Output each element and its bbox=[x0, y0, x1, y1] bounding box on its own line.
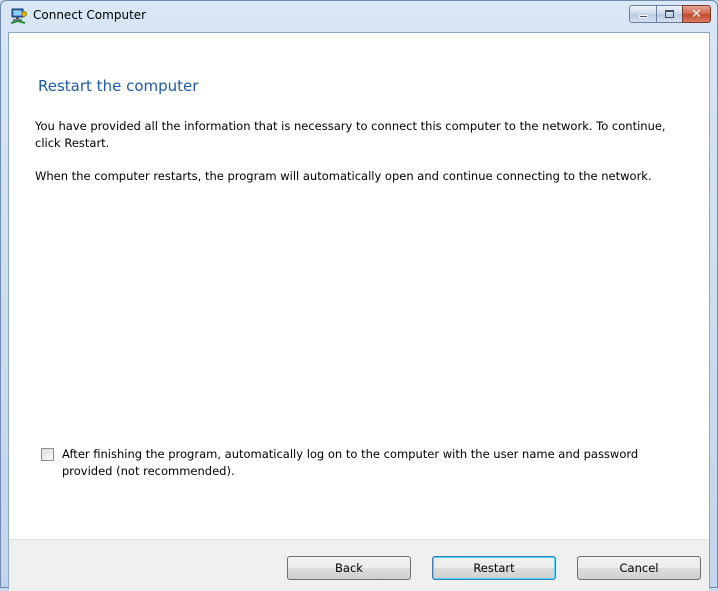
restart-button[interactable]: Restart bbox=[432, 556, 556, 580]
maximize-icon bbox=[665, 10, 674, 18]
window-title: Connect Computer bbox=[33, 8, 147, 22]
wizard-content: Restart the computer You have provided a… bbox=[8, 32, 710, 591]
maximize-button[interactable] bbox=[656, 5, 683, 23]
auto-logon-option: After finishing the program, automatical… bbox=[41, 446, 681, 486]
auto-logon-checkbox[interactable] bbox=[41, 448, 54, 461]
network-computer-icon bbox=[10, 8, 27, 25]
page-title: Restart the computer bbox=[38, 77, 199, 95]
instruction-text: You have provided all the information th… bbox=[35, 119, 666, 150]
back-button[interactable]: Back bbox=[287, 556, 411, 580]
close-icon: ✕ bbox=[691, 6, 702, 22]
title-bar[interactable]: Connect Computer ✕ bbox=[1, 1, 717, 31]
minimize-button[interactable] bbox=[629, 5, 657, 23]
button-bar: Back Restart Cancel bbox=[9, 539, 709, 591]
connect-computer-window: Connect Computer ✕ Restart the computer … bbox=[0, 0, 718, 591]
restart-info-text: When the computer restarts, the program … bbox=[35, 169, 652, 183]
cancel-button[interactable]: Cancel bbox=[577, 556, 701, 580]
auto-logon-label[interactable]: After finishing the program, automatical… bbox=[62, 446, 662, 480]
close-button[interactable]: ✕ bbox=[682, 5, 711, 23]
minimize-icon bbox=[638, 15, 648, 18]
